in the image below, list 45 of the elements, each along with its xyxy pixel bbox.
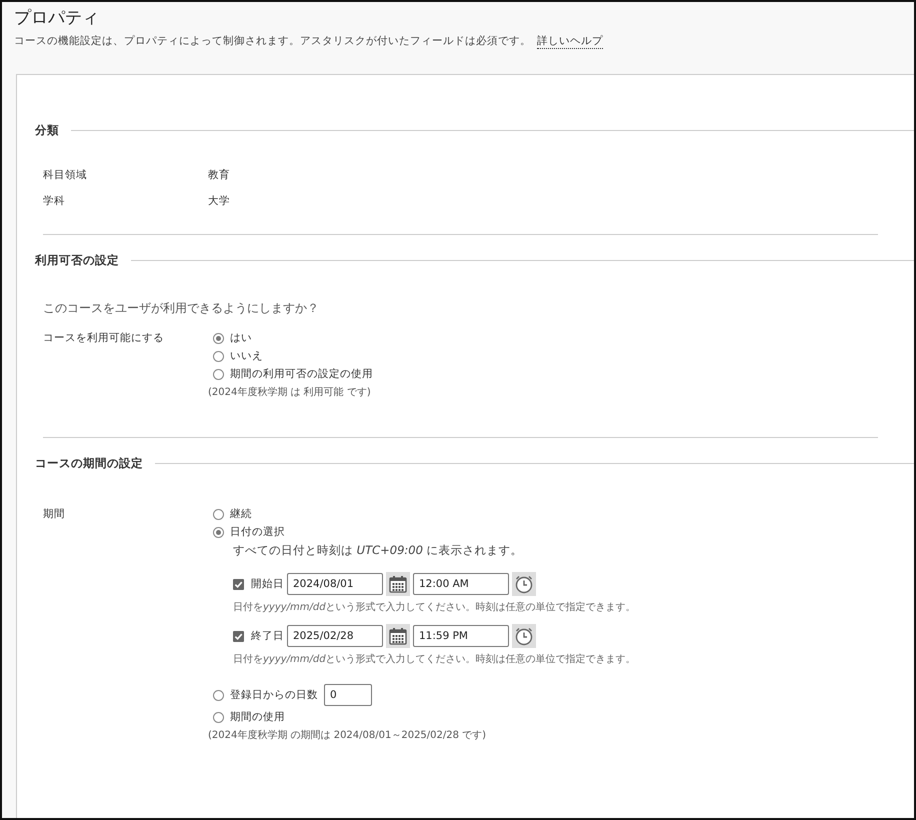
- format-hint: 日付をyyyy/mm/ddという形式で入力してください。時刻は任意の単位で指定できます。: [233, 600, 636, 614]
- format-hint: 日付をyyyy/mm/ddという形式で入力してください。時刻は任意の単位で指定できます。: [233, 652, 636, 666]
- page-description: コースの機能設定は、プロパティによって制御されます。アスタリスクが付いたフィールドは必須です。: [14, 34, 531, 49]
- field-label: コースを利用可能にする: [43, 331, 165, 346]
- radio-label: はい: [230, 331, 252, 345]
- availability-note: (2024年度秋学期 は 利用可能 です): [208, 386, 372, 399]
- section-heading: コースの期間の設定: [35, 456, 143, 471]
- time-input[interactable]: 12:00 AM: [413, 573, 509, 595]
- clock-icon[interactable]: [512, 572, 536, 596]
- radio-button[interactable]: [213, 526, 224, 538]
- field-label: 期間: [43, 507, 66, 522]
- section-heading: 分類: [35, 123, 59, 138]
- radio-button[interactable]: [213, 368, 224, 380]
- calendar-icon[interactable]: [386, 624, 410, 648]
- field-value: 大学: [208, 194, 230, 208]
- radio-button[interactable]: [213, 332, 224, 344]
- field-label: 学科: [43, 194, 66, 208]
- time-input[interactable]: 11:59 PM: [413, 625, 509, 647]
- days-input[interactable]: 0: [324, 684, 372, 706]
- radio-button[interactable]: [213, 690, 224, 700]
- checkbox[interactable]: [233, 578, 244, 590]
- section-heading: 利用可否の設定: [35, 253, 119, 268]
- radio-label: 継続: [230, 507, 252, 521]
- clock-icon[interactable]: [512, 624, 536, 648]
- date-input[interactable]: 2025/02/28: [287, 625, 383, 647]
- radio-button[interactable]: [213, 508, 224, 520]
- radio-button[interactable]: [213, 350, 224, 362]
- date-label: 開始日: [251, 577, 284, 591]
- field-value: 教育: [208, 168, 230, 182]
- radio-label: 期間の利用可否の設定の使用: [230, 367, 373, 381]
- radio-label: いいえ: [230, 349, 263, 363]
- radio-button[interactable]: [213, 712, 224, 722]
- radio-label: 期間の使用: [230, 710, 285, 724]
- calendar-icon[interactable]: [386, 572, 410, 596]
- question-text: このコースをユーザが利用できるようにしますか？: [43, 300, 320, 317]
- radio-label: 登録日からの日数: [230, 688, 318, 702]
- page-title: プロパティ: [14, 7, 100, 29]
- term-note: (2024年度秋学期 の期間は 2024/08/01～2025/02/28 です): [208, 728, 488, 742]
- timezone-note: すべての日付と時刻は UTC+09:00 に表示されます。: [233, 543, 524, 558]
- date-input[interactable]: 2024/08/01: [287, 573, 383, 595]
- help-link[interactable]: 詳しいヘルプ: [537, 34, 603, 49]
- field-label: 科目領域: [43, 168, 88, 182]
- checkbox[interactable]: [233, 630, 244, 642]
- radio-label: 日付の選択: [230, 525, 285, 539]
- date-label: 終了日: [251, 629, 284, 643]
